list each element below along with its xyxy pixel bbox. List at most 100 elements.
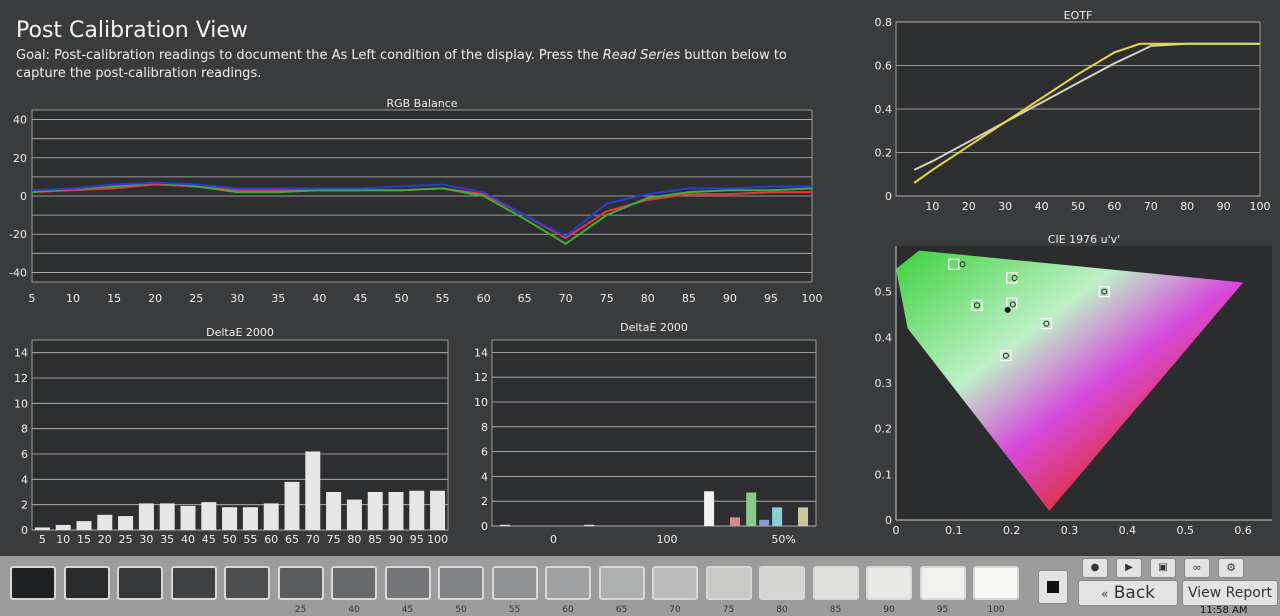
page-title: Post Calibration View (16, 18, 248, 43)
swatch-15[interactable] (812, 566, 859, 600)
play-button[interactable]: ▶ (1116, 558, 1142, 578)
swatch-7[interactable] (384, 566, 431, 600)
swatch-14[interactable] (759, 566, 805, 600)
swatch-8[interactable] (438, 566, 484, 600)
swatch-6[interactable] (331, 566, 377, 600)
settings-button[interactable]: ⚙ (1218, 558, 1244, 578)
bar (388, 492, 404, 530)
swatch-18[interactable] (973, 566, 1019, 600)
y-tick-label: 0.4 (875, 331, 893, 344)
stop-icon (1047, 581, 1059, 593)
swatch-label: 60 (562, 605, 574, 615)
loop-button[interactable]: ∞ (1184, 558, 1210, 578)
y-tick-label: 10 (474, 396, 488, 409)
y-tick-label: -40 (9, 266, 27, 279)
x-tick-label: 60 (264, 533, 278, 546)
clock: 11:58 AM (1200, 605, 1248, 616)
back-button[interactable]: « Back (1078, 580, 1178, 606)
swatch-label: 55 (508, 605, 521, 615)
x-tick-label: 85 (368, 533, 382, 546)
swatch-10[interactable] (545, 566, 591, 600)
x-tick-label: 70 (306, 533, 320, 546)
whitepoint-marker (1004, 306, 1011, 313)
swatch-1[interactable] (63, 566, 110, 600)
swatch-5[interactable] (277, 566, 324, 600)
x-tick-label: 30 (998, 200, 1012, 213)
x-tick-label: 75 (600, 292, 614, 305)
x-tick-label: 20 (98, 533, 112, 546)
swatch-label: 85 (829, 605, 842, 615)
plot-area (491, 339, 817, 527)
x-tick-label: 0.2 (1003, 524, 1021, 537)
eotf-chart: EOTF 0.8 0.6 0.4 0.2 0 10 20 30 40 50 60 70 80 90 100 (875, 9, 1271, 213)
swatch-0[interactable] (10, 566, 56, 600)
x-tick-label: 30 (139, 533, 153, 546)
swatch-2[interactable] (117, 566, 163, 600)
y-tick-label: 12 (474, 371, 488, 384)
bar (759, 519, 770, 526)
x-tick-label: 100 (427, 533, 448, 546)
view-report-button[interactable]: View Report (1182, 580, 1278, 606)
bar (409, 490, 425, 530)
swatch-12[interactable] (652, 566, 698, 600)
y-tick-label: 4 (481, 470, 488, 483)
save-button[interactable]: ▣ (1150, 558, 1176, 578)
swatch-4[interactable] (224, 566, 270, 600)
x-tick-label: 65 (518, 292, 532, 305)
x-tick-label: 40 (312, 292, 326, 305)
chart-title: EOTF (1064, 9, 1093, 22)
swatch-label: 40 (348, 605, 360, 615)
x-tick-label: 0.1 (945, 524, 963, 537)
deltae-grayscale-chart: DeltaE 2000141210864205 10 15 20 25 30 35 40 45 5… (14, 326, 449, 546)
swatch-3[interactable] (170, 566, 217, 600)
x-tick-label: 10 (925, 200, 939, 213)
x-tick-label: 100 (802, 292, 823, 305)
x-tick-label: 5 (39, 533, 46, 546)
stop-button[interactable] (1038, 570, 1068, 604)
infinity-icon: ∞ (1192, 561, 1202, 574)
cie-chart: CIE 1976 u'v' 0.5 0.4 0.3 0.2 0.1 00 0.1 0.2 0.3 0… (875, 233, 1272, 537)
y-tick-label: 14 (14, 347, 28, 360)
bar (430, 490, 446, 530)
x-tick-label: 0 (550, 533, 557, 546)
bar (263, 503, 279, 530)
bar (798, 507, 809, 526)
bar (746, 492, 757, 526)
x-tick-label: 20 (148, 292, 162, 305)
y-tick-label: 0.1 (875, 468, 893, 481)
x-tick-label: 45 (353, 292, 367, 305)
swatch-label: 100 (987, 605, 1005, 615)
y-tick-label: 0.4 (875, 103, 893, 116)
x-tick-label: 0.6 (1234, 524, 1252, 537)
x-tick-label: 65 (285, 533, 299, 546)
x-tick-label: 15 (77, 533, 91, 546)
x-tick-label: 20 (962, 200, 976, 213)
y-tick-label: 8 (21, 423, 28, 436)
bar (730, 517, 740, 526)
swatch-17[interactable] (919, 566, 966, 600)
goal-emphasis: Read Series (602, 48, 681, 63)
x-tick-label: 40 (1035, 200, 1049, 213)
y-tick-label: 12 (14, 372, 28, 385)
bar (118, 516, 134, 530)
record-button[interactable]: ● (1082, 558, 1108, 578)
bar (499, 524, 510, 526)
chart-title: DeltaE 2000 (206, 326, 274, 339)
y-tick-label: 0.2 (875, 147, 893, 160)
deltae-colors-chart: DeltaE 2000 14 12 10 8 6 4 2 0 0 100 50% (474, 321, 817, 546)
x-tick-label: 100 (656, 533, 677, 546)
double-chevron-left-icon: « (1100, 587, 1109, 601)
x-tick-label: 55 (243, 533, 257, 546)
x-tick-label: 50 (1071, 200, 1085, 213)
swatch-11[interactable] (598, 566, 645, 600)
swatch-13[interactable] (705, 566, 752, 600)
y-tick-label: 2 (21, 499, 28, 512)
y-tick-label: 40 (13, 114, 27, 127)
swatch-9[interactable] (491, 566, 538, 600)
swatch-16[interactable] (866, 566, 912, 600)
swatch-label: 65 (615, 605, 628, 615)
x-tick-label: 60 (1107, 200, 1121, 213)
x-tick-label: 50% (771, 533, 795, 546)
swatch-label: 45 (401, 605, 414, 615)
chart-title: CIE 1976 u'v' (1048, 233, 1120, 246)
